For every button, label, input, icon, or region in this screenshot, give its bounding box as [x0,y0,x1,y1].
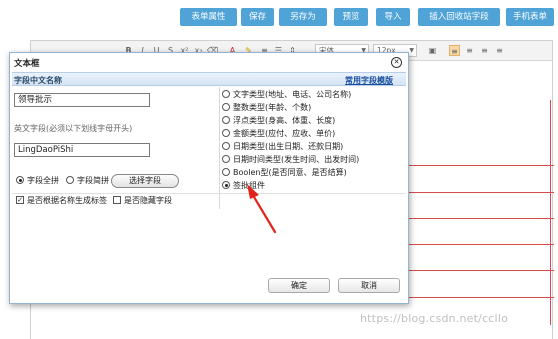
annotation-arrow-icon [247,184,277,234]
watermark: https://blog.csdn.net/ccllo [360,312,509,325]
